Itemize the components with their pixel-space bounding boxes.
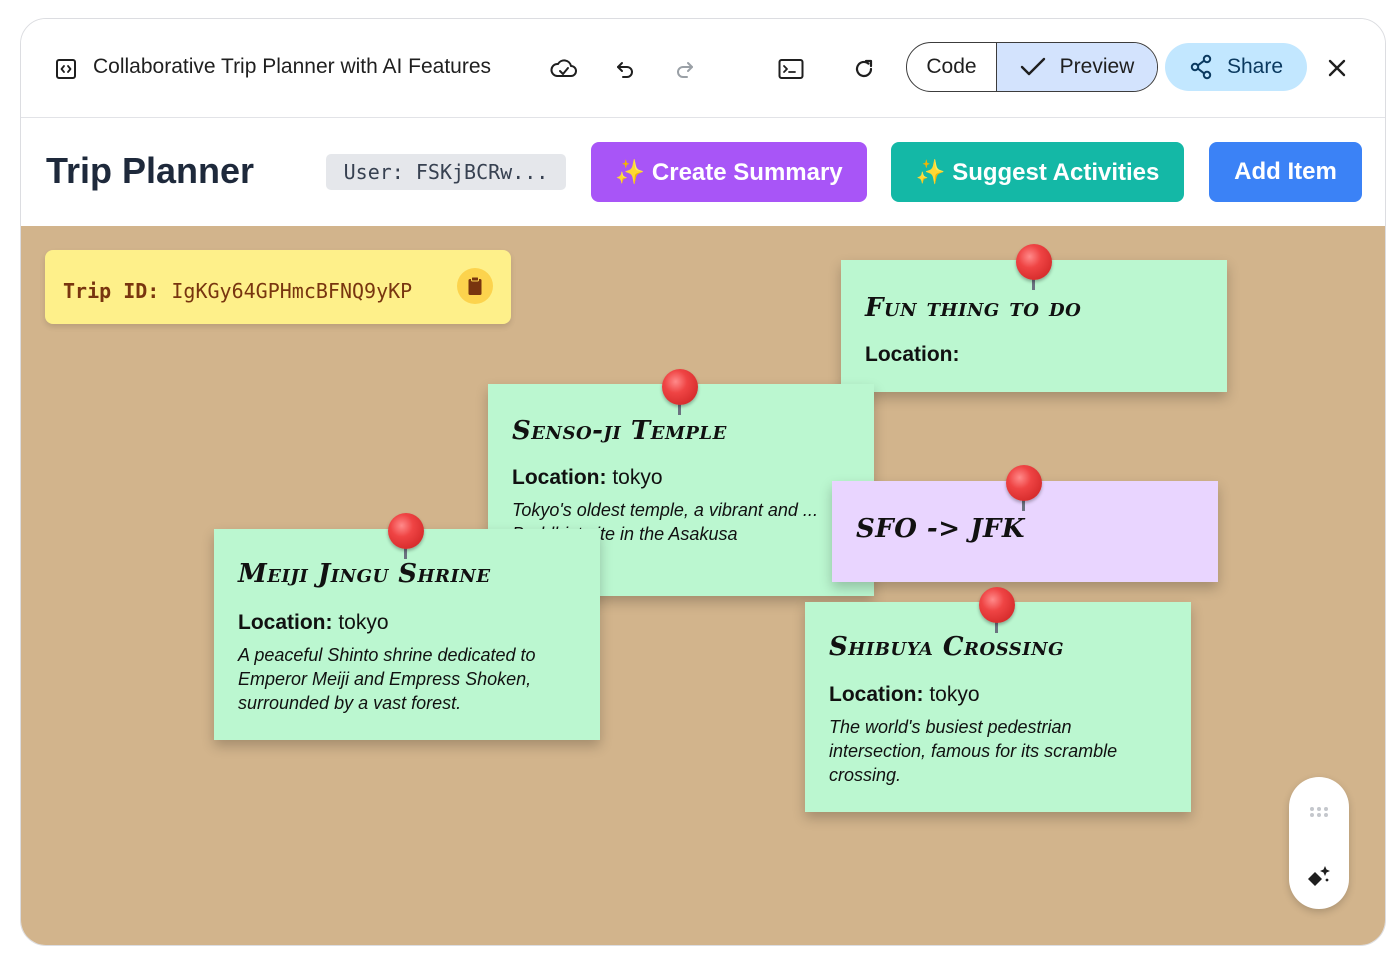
trip-id-label: Trip ID:	[63, 279, 160, 303]
cork-board: Trip ID: IgKGy64GPHmcBFNQ9yKP Fun thing …	[21, 226, 1385, 945]
pin-icon	[1006, 465, 1042, 513]
app-window: Collaborative Trip Planner with AI Featu…	[20, 18, 1386, 946]
top-toolbar: Collaborative Trip Planner with AI Featu…	[21, 19, 1385, 118]
copy-trip-id-button[interactable]	[457, 268, 493, 304]
sparkle-icon[interactable]	[1305, 863, 1333, 891]
pin-icon	[1016, 244, 1052, 292]
location-label: Location:	[238, 611, 333, 634]
note-title: Fun thing to do	[865, 293, 1082, 323]
redo-icon[interactable]	[672, 56, 698, 82]
user-id-badge: User: FSKjBCRw...	[326, 154, 566, 190]
suggest-activities-button[interactable]: ✨ Suggest Activities	[891, 142, 1184, 202]
share-icon	[1189, 54, 1213, 80]
location-value: tokyo	[929, 683, 980, 706]
check-icon	[1020, 57, 1046, 77]
preview-tab-label: Preview	[1059, 55, 1135, 78]
code-preview-toggle: Code Preview	[906, 42, 1158, 92]
terminal-icon[interactable]	[777, 56, 805, 82]
cloud-sync-icon[interactable]	[549, 55, 579, 83]
location-value: tokyo	[612, 466, 663, 489]
note-title: SFO -> JFK	[856, 514, 1025, 544]
trip-id-card: Trip ID: IgKGy64GPHmcBFNQ9yKP	[45, 250, 511, 324]
note-title: Senso-ji Temple	[512, 416, 727, 446]
trip-id-text: Trip ID: IgKGy64GPHmcBFNQ9yKP	[63, 279, 412, 303]
note-title: Shibuya Crossing	[829, 632, 1065, 662]
note-title: Meiji Jingu Shrine	[238, 559, 491, 589]
location-label: Location:	[865, 343, 960, 366]
location-label: Location:	[512, 466, 607, 489]
app-header: Trip Planner User: FSKjBCRw... ✨ Create …	[21, 118, 1385, 226]
pin-icon	[662, 369, 698, 417]
share-button[interactable]: Share	[1165, 43, 1307, 91]
note-location: Location: tokyo	[829, 683, 980, 707]
note-description: The world's busiest pedestrian intersect…	[829, 717, 1118, 785]
note-description: A peaceful Shinto shrine dedicated to Em…	[238, 645, 536, 713]
code-tab-label: Code	[926, 55, 977, 78]
trip-id-value: IgKGy64GPHmcBFNQ9yKP	[171, 279, 413, 303]
note-location: Location: tokyo	[238, 611, 389, 635]
close-icon[interactable]	[1325, 56, 1349, 80]
refresh-icon[interactable]	[851, 56, 877, 82]
preview-tab[interactable]: Preview	[997, 43, 1157, 91]
pin-icon	[979, 587, 1015, 635]
note-location: Location:	[865, 343, 960, 367]
create-summary-button[interactable]: ✨ Create Summary	[591, 142, 867, 202]
page-title: Trip Planner	[46, 150, 255, 191]
code-tab[interactable]: Code	[907, 43, 997, 91]
location-label: Location:	[829, 683, 924, 706]
floating-toolbar	[1289, 777, 1349, 909]
drag-handle-icon[interactable]	[1308, 804, 1330, 820]
note-location: Location: tokyo	[512, 466, 663, 490]
pin-icon	[388, 513, 424, 561]
undo-icon[interactable]	[612, 56, 638, 82]
clipboard-icon	[467, 276, 483, 296]
share-label: Share	[1226, 55, 1284, 78]
document-title: Collaborative Trip Planner with AI Featu…	[93, 55, 492, 78]
code-embed-icon[interactable]	[53, 56, 79, 82]
location-value: tokyo	[338, 611, 389, 634]
add-item-button[interactable]: Add Item	[1209, 142, 1362, 202]
